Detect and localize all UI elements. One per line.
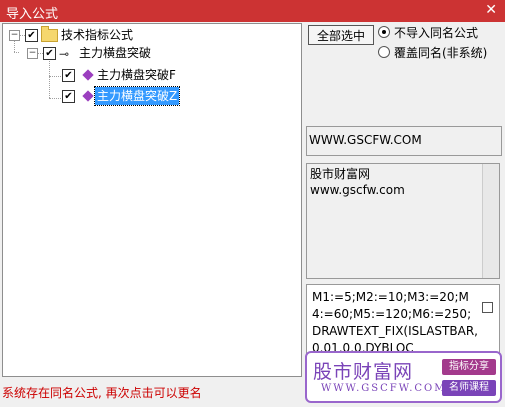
formula-icon [82, 69, 94, 81]
checkbox-formula-f[interactable]: ✔ [62, 69, 75, 82]
checkbox-formula-z[interactable]: ✔ [62, 90, 75, 103]
code-checkbox[interactable] [482, 302, 493, 313]
radio-unselected-icon[interactable] [378, 46, 390, 58]
checkbox-group[interactable]: ✔ [43, 47, 56, 60]
tree-item-label: 主力横盘突破F [97, 68, 176, 82]
checkbox-root[interactable]: ✔ [25, 29, 38, 42]
radio-skip-duplicates[interactable]: 不导入同名公式 [378, 24, 478, 42]
watermark-tag: 指标分享 [442, 359, 496, 375]
tree-node-group[interactable]: − ✔ ⊸ 主力横盘突破 [3, 44, 293, 62]
formula-code-text: M1:=5;M2:=10;M3:=20;M4:=60;M5:=120;M6:=2… [312, 290, 478, 355]
formula-icon [82, 90, 94, 102]
key-icon: ⊸ [59, 47, 70, 61]
author-url-field: WWW.GSCFW.COM [306, 126, 502, 156]
select-all-button[interactable]: 全部选中 [308, 25, 374, 45]
tree-item-formula-z[interactable]: ✔ 主力横盘突破Z [3, 86, 293, 106]
tree-node-group-label: 主力横盘突破 [79, 46, 152, 60]
radio-label: 覆盖同名(非系统) [394, 46, 488, 60]
watermark-tag: 名师课程 [442, 380, 496, 396]
window-title: 导入公式 [6, 7, 59, 22]
status-message: 系统存在同名公式, 再次点击可以更名 [2, 386, 202, 400]
description-line: www.gscfw.com [310, 183, 405, 197]
close-icon[interactable]: ✕ [485, 2, 497, 18]
description-line: 股市财富网 [310, 167, 371, 181]
tree-item-formula-f[interactable]: ✔ 主力横盘突破F [3, 66, 293, 84]
tree-node-root-label: 技术指标公式 [61, 28, 134, 42]
collapse-icon[interactable]: − [9, 30, 20, 41]
radio-label: 不导入同名公式 [394, 26, 479, 40]
radio-overwrite-duplicates[interactable]: 覆盖同名(非系统) [378, 44, 487, 62]
description-scrollbar[interactable] [482, 164, 499, 278]
collapse-icon[interactable]: − [27, 48, 38, 59]
title-bar: 导入公式 ✕ [0, 0, 505, 22]
formula-tree[interactable]: − ✔ 技术指标公式 − ✔ ⊸ 主力横盘突破 ✔ 主力横盘突破F ✔ 主力横盘… [2, 23, 302, 377]
import-formula-dialog: 导入公式 ✕ − ✔ 技术指标公式 − ✔ ⊸ 主力横盘突破 ✔ 主力横盘突破F… [0, 0, 505, 407]
tree-item-label: 主力横盘突破Z [93, 86, 181, 106]
watermark-site: WWW.GSCFW.COM [321, 383, 447, 394]
description-box[interactable]: 股市财富网 www.gscfw.com [306, 163, 500, 279]
tree-node-root[interactable]: − ✔ 技术指标公式 [3, 26, 293, 44]
watermark-brand: 股市财富网 [313, 361, 414, 383]
folder-icon [41, 26, 58, 42]
watermark-logo: 股市财富网 WWW.GSCFW.COM 指标分享 名师课程 [305, 351, 502, 403]
radio-selected-icon[interactable] [378, 26, 390, 38]
